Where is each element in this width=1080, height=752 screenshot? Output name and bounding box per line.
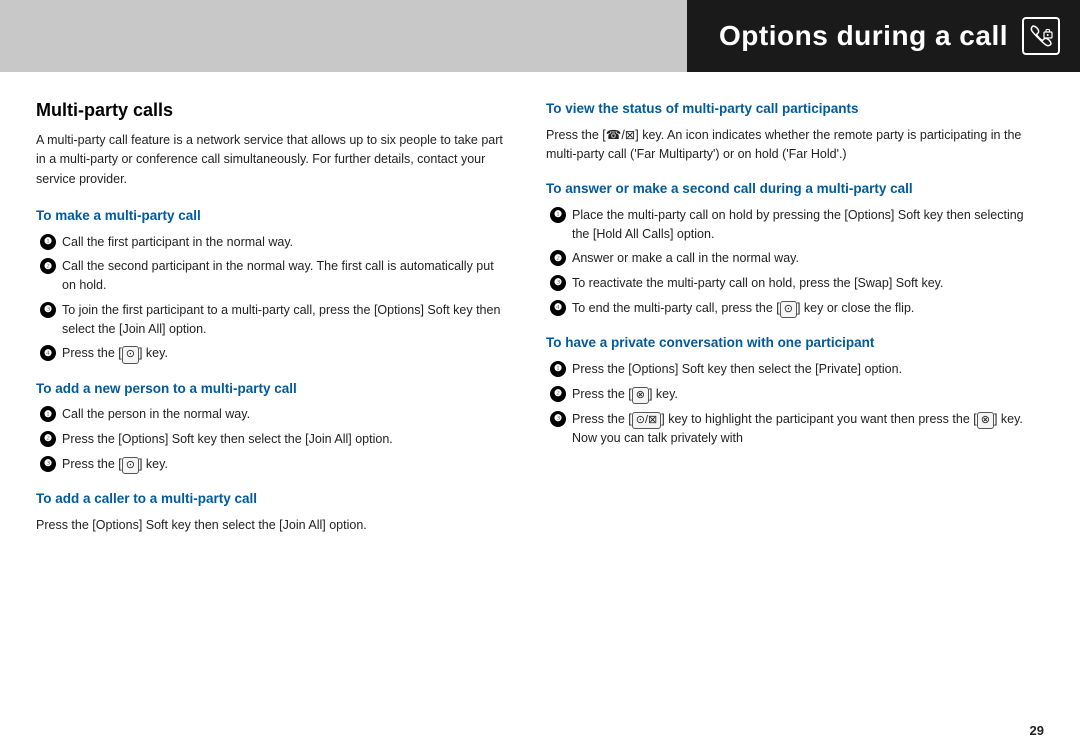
step-text: To join the first participant to a multi… xyxy=(62,301,506,339)
step-text: To end the multi-party call, press the [… xyxy=(572,299,1044,318)
step-item: ❶ Call the first participant in the norm… xyxy=(40,233,506,252)
step-item: ❸ Press the [⊙/⊠] key to highlight the p… xyxy=(550,410,1044,448)
step-text: Answer or make a call in the normal way. xyxy=(572,249,1044,268)
steps-make-call: ❶ Call the first participant in the norm… xyxy=(40,233,506,364)
header-title-block: Options during a call xyxy=(687,0,1080,72)
step-num-3: ❸ xyxy=(550,275,566,291)
subheading-add-person: To add a new person to a multi-party cal… xyxy=(36,380,506,398)
step-item: ❸ To reactivate the multi-party call on … xyxy=(550,274,1044,293)
step-num-3: ❸ xyxy=(40,456,56,472)
step-num-1: ❶ xyxy=(550,361,566,377)
step-item: ❸ To join the first participant to a mul… xyxy=(40,301,506,339)
subheading-make-call: To make a multi-party call xyxy=(36,207,506,225)
step-text: Press the [⊙] key. xyxy=(62,455,506,474)
step-text: Call the first participant in the normal… xyxy=(62,233,506,252)
phone-lock-icon xyxy=(1022,17,1060,55)
header-title: Options during a call xyxy=(719,20,1008,52)
col-left: Multi-party calls A multi-party call fea… xyxy=(36,100,506,732)
page-number: 29 xyxy=(1030,723,1044,738)
step-text: Press the [⊙/⊠] key to highlight the par… xyxy=(572,410,1044,448)
step-num-3: ❸ xyxy=(40,302,56,318)
step-item: ❷ Press the [Options] Soft key then sele… xyxy=(40,430,506,449)
step-text: Press the [Options] Soft key then select… xyxy=(62,430,506,449)
view-status-text: Press the [☎/⊠] key. An icon indicates w… xyxy=(546,126,1044,165)
subheading-answer-second: To answer or make a second call during a… xyxy=(546,180,1044,198)
add-caller-text: Press the [Options] Soft key then select… xyxy=(36,516,506,535)
step-text: Call the person in the normal way. xyxy=(62,405,506,424)
intro-text: A multi-party call feature is a network … xyxy=(36,131,506,189)
step-num-1: ❶ xyxy=(550,207,566,223)
step-num-3: ❸ xyxy=(550,411,566,427)
step-item: ❶ Call the person in the normal way. xyxy=(40,405,506,424)
step-text: Place the multi-party call on hold by pr… xyxy=(572,206,1044,244)
step-num-1: ❶ xyxy=(40,234,56,250)
step-num-2: ❷ xyxy=(40,258,56,274)
col-right: To view the status of multi-party call p… xyxy=(546,100,1044,732)
step-text: Press the [⊙] key. xyxy=(62,344,506,363)
step-text: Call the second participant in the norma… xyxy=(62,257,506,295)
header: Options during a call xyxy=(0,0,1080,72)
step-item: ❶ Press the [Options] Soft key then sele… xyxy=(550,360,1044,379)
content: Multi-party calls A multi-party call fea… xyxy=(0,72,1080,752)
steps-answer-second: ❶ Place the multi-party call on hold by … xyxy=(550,206,1044,318)
steps-private: ❶ Press the [Options] Soft key then sele… xyxy=(550,360,1044,448)
page: Options during a call Multi-party calls … xyxy=(0,0,1080,752)
step-num-4: ❹ xyxy=(550,300,566,316)
step-num-2: ❷ xyxy=(550,250,566,266)
step-text: Press the [⊗] key. xyxy=(572,385,1044,404)
step-item: ❷ Answer or make a call in the normal wa… xyxy=(550,249,1044,268)
step-num-2: ❷ xyxy=(550,386,566,402)
step-item: ❷ Press the [⊗] key. xyxy=(550,385,1044,404)
step-item: ❹ Press the [⊙] key. xyxy=(40,344,506,363)
step-text: Press the [Options] Soft key then select… xyxy=(572,360,1044,379)
step-num-2: ❷ xyxy=(40,431,56,447)
steps-add-person: ❶ Call the person in the normal way. ❷ P… xyxy=(40,405,506,474)
step-item: ❶ Place the multi-party call on hold by … xyxy=(550,206,1044,244)
subheading-private: To have a private conversation with one … xyxy=(546,334,1044,352)
subheading-add-caller: To add a caller to a multi-party call xyxy=(36,490,506,508)
main-title: Multi-party calls xyxy=(36,100,506,121)
step-text: To reactivate the multi-party call on ho… xyxy=(572,274,1044,293)
step-item: ❸ Press the [⊙] key. xyxy=(40,455,506,474)
step-item: ❷ Call the second participant in the nor… xyxy=(40,257,506,295)
step-num-1: ❶ xyxy=(40,406,56,422)
subheading-view-status: To view the status of multi-party call p… xyxy=(546,100,1044,118)
step-item: ❹ To end the multi-party call, press the… xyxy=(550,299,1044,318)
step-num-4: ❹ xyxy=(40,345,56,361)
